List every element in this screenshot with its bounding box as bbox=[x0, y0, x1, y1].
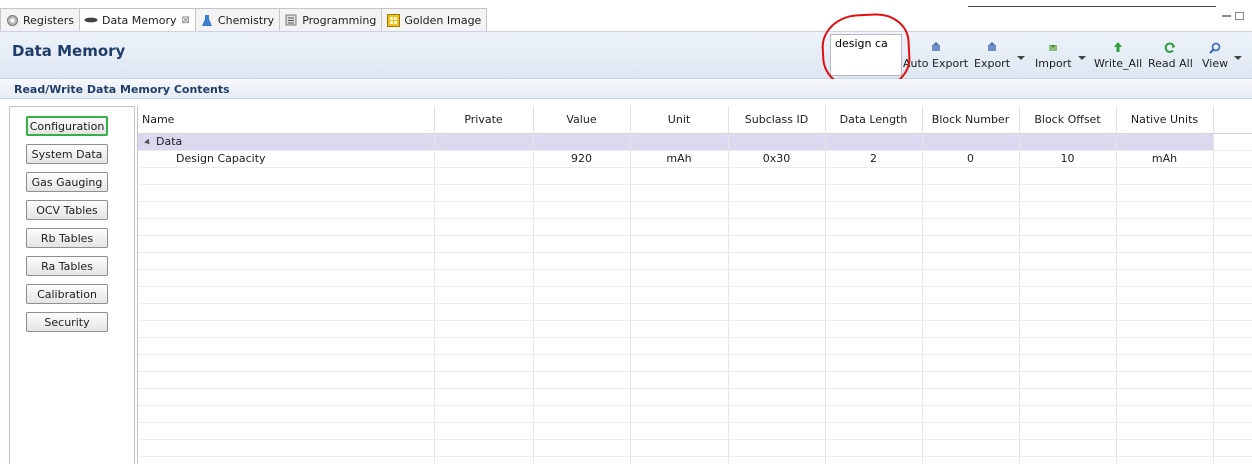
table-header-row: Name Private Value Unit Subclass ID Data… bbox=[138, 106, 1252, 134]
golden-image-icon bbox=[386, 13, 400, 27]
import-dropdown-arrow[interactable] bbox=[1078, 56, 1086, 60]
cell-native-units[interactable]: mAh bbox=[1116, 150, 1214, 168]
table-row-empty bbox=[138, 235, 1252, 253]
tab-label: Programming bbox=[302, 13, 377, 27]
section-header: Read/Write Data Memory Contents bbox=[0, 79, 1252, 99]
ra-tables-button[interactable]: Ra Tables bbox=[26, 256, 108, 276]
column-header-filler bbox=[1213, 106, 1252, 134]
view-dropdown-arrow[interactable] bbox=[1234, 56, 1242, 60]
tab-registers[interactable]: Registers bbox=[0, 8, 81, 31]
table-row-empty bbox=[138, 371, 1252, 389]
view-button[interactable]: View bbox=[1202, 42, 1228, 72]
table-row-empty bbox=[138, 388, 1252, 406]
table-row-empty bbox=[138, 456, 1252, 464]
window-controls bbox=[1222, 12, 1244, 20]
cell-block-offset[interactable]: 10 bbox=[1019, 150, 1117, 168]
collapse-triangle-icon[interactable] bbox=[144, 138, 152, 146]
column-header-value[interactable]: Value bbox=[533, 106, 631, 134]
import-icon bbox=[1048, 42, 1058, 54]
programming-icon bbox=[284, 13, 298, 27]
table-row-empty bbox=[138, 184, 1252, 202]
cell-unit[interactable]: mAh bbox=[630, 150, 729, 168]
table-row-empty bbox=[138, 354, 1252, 372]
table-row-empty bbox=[138, 269, 1252, 287]
search-icon bbox=[1209, 42, 1221, 54]
refresh-icon bbox=[1164, 42, 1176, 54]
minimize-icon[interactable] bbox=[1222, 15, 1231, 17]
group-cell[interactable]: Data bbox=[138, 133, 435, 151]
table-row-empty bbox=[138, 286, 1252, 304]
table-row-empty bbox=[138, 252, 1252, 270]
page-title: Data Memory bbox=[12, 42, 126, 60]
cell-subclass-id[interactable]: 0x30 bbox=[728, 150, 826, 168]
cell-name[interactable]: Design Capacity bbox=[138, 150, 435, 168]
export-icon bbox=[987, 42, 997, 54]
export-button[interactable]: Export bbox=[974, 42, 1010, 72]
cell-private[interactable] bbox=[434, 150, 534, 168]
page-header: Data Memory design ca Auto Export Export… bbox=[0, 31, 1252, 79]
editor-tab-bar: Registers Data Memory ⊠ Chemistry Progra… bbox=[0, 0, 1252, 31]
tab-data-memory[interactable]: Data Memory ⊠ bbox=[79, 8, 196, 31]
read-all-button[interactable]: Read All bbox=[1148, 42, 1193, 72]
flask-icon bbox=[200, 13, 214, 27]
table-row-empty bbox=[138, 405, 1252, 423]
export-icon bbox=[931, 42, 941, 54]
tab-label: Golden Image bbox=[404, 13, 482, 27]
tab-label: Chemistry bbox=[217, 13, 275, 27]
table-row-empty bbox=[138, 201, 1252, 219]
column-header-unit[interactable]: Unit bbox=[630, 106, 729, 134]
write-all-button[interactable]: Write_All bbox=[1094, 42, 1142, 72]
table-row-empty bbox=[138, 218, 1252, 236]
system-data-button[interactable]: System Data bbox=[26, 144, 108, 164]
table-row-empty bbox=[138, 439, 1252, 457]
column-header-private[interactable]: Private bbox=[434, 106, 534, 134]
column-header-block-number[interactable]: Block Number bbox=[922, 106, 1020, 134]
category-panel: Configuration System Data Gas Gauging OC… bbox=[9, 106, 135, 464]
export-dropdown-arrow[interactable] bbox=[1017, 56, 1025, 60]
table-group-row[interactable]: Data bbox=[138, 133, 1252, 151]
column-header-subclass-id[interactable]: Subclass ID bbox=[728, 106, 826, 134]
tab-programming[interactable]: Programming bbox=[279, 8, 383, 31]
calibration-button[interactable]: Calibration bbox=[26, 284, 108, 304]
configuration-button[interactable]: Configuration bbox=[26, 116, 108, 136]
table-row-empty bbox=[138, 167, 1252, 185]
rb-tables-button[interactable]: Rb Tables bbox=[26, 228, 108, 248]
group-label: Data bbox=[156, 135, 183, 148]
cell-data-length[interactable]: 2 bbox=[825, 150, 923, 168]
column-header-name[interactable]: Name bbox=[138, 106, 435, 134]
column-header-data-length[interactable]: Data Length bbox=[825, 106, 923, 134]
search-input[interactable]: design ca bbox=[830, 34, 902, 76]
chip-icon bbox=[84, 13, 98, 27]
table-row-empty bbox=[138, 422, 1252, 440]
tab-golden-image[interactable]: Golden Image bbox=[381, 8, 488, 31]
divider-line bbox=[968, 6, 1216, 7]
cell-value[interactable]: 920 bbox=[533, 150, 631, 168]
tab-chemistry[interactable]: Chemistry bbox=[194, 8, 281, 31]
section-title: Read/Write Data Memory Contents bbox=[14, 83, 230, 96]
table-row-empty bbox=[138, 320, 1252, 338]
tab-strip: Registers Data Memory ⊠ Chemistry Progra… bbox=[0, 8, 488, 31]
gear-icon bbox=[5, 13, 19, 27]
ocv-tables-button[interactable]: OCV Tables bbox=[26, 200, 108, 220]
table-row[interactable]: Design Capacity 920 mAh 0x30 2 0 10 mAh bbox=[138, 150, 1252, 168]
cell-block-number[interactable]: 0 bbox=[922, 150, 1020, 168]
tab-label: Data Memory bbox=[102, 13, 177, 27]
security-button[interactable]: Security bbox=[26, 312, 108, 332]
table-row-empty bbox=[138, 303, 1252, 321]
auto-export-button[interactable]: Auto Export bbox=[903, 42, 968, 72]
table-row-empty bbox=[138, 337, 1252, 355]
tab-label: Registers bbox=[23, 13, 75, 27]
column-header-block-offset[interactable]: Block Offset bbox=[1019, 106, 1117, 134]
maximize-icon[interactable] bbox=[1235, 12, 1244, 20]
close-icon[interactable]: ⊠ bbox=[182, 15, 190, 26]
gas-gauging-button[interactable]: Gas Gauging bbox=[26, 172, 108, 192]
import-button[interactable]: Import bbox=[1035, 42, 1072, 72]
write-all-icon bbox=[1114, 42, 1123, 54]
data-memory-table: Name Private Value Unit Subclass ID Data… bbox=[137, 106, 1252, 464]
column-header-native-units[interactable]: Native Units bbox=[1116, 106, 1214, 134]
